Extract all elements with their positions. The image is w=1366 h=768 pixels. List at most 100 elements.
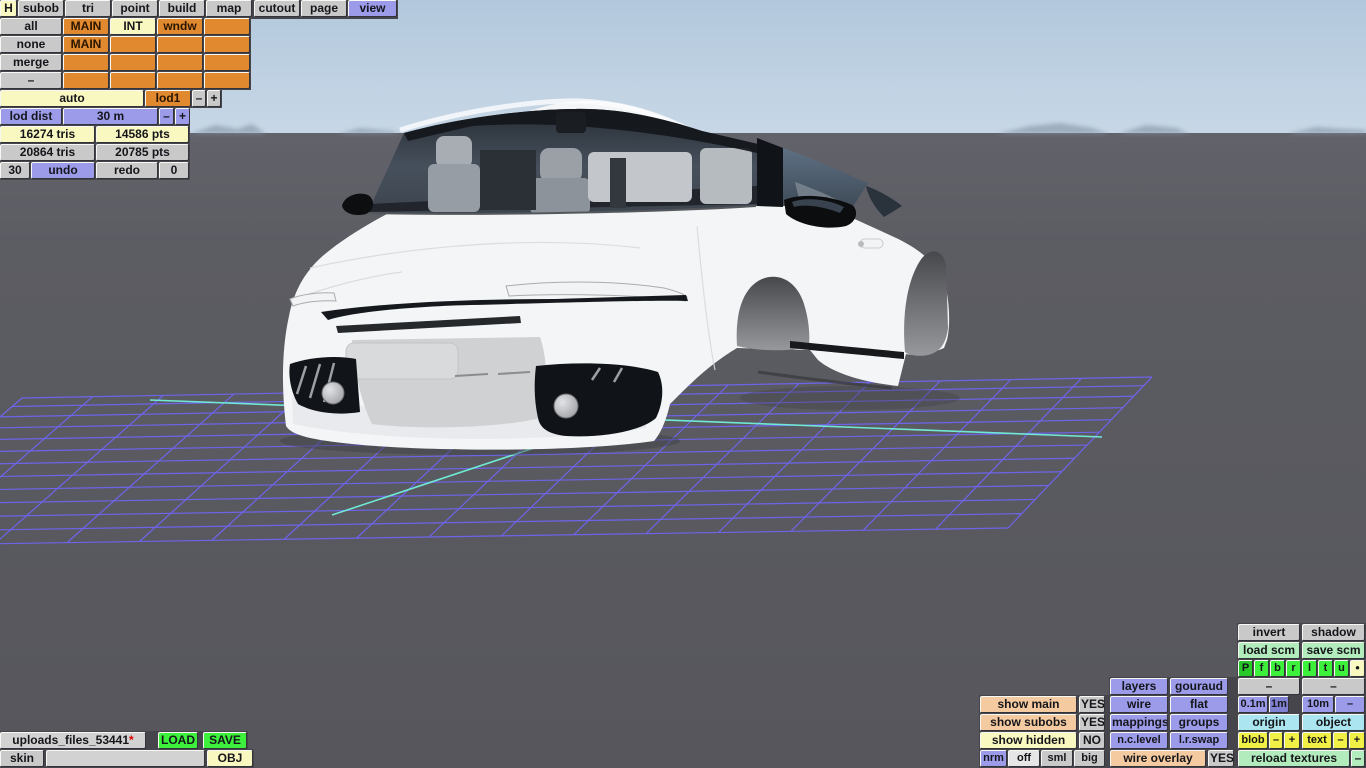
gouraud-button[interactable]: gouraud bbox=[1170, 678, 1228, 695]
view-under-button[interactable]: u bbox=[1334, 660, 1349, 677]
view-front-button[interactable]: f bbox=[1254, 660, 1269, 677]
subob-cell-empty[interactable] bbox=[110, 72, 156, 89]
wire-overlay-value[interactable]: YES bbox=[1208, 750, 1234, 767]
subob-cell-main2[interactable]: MAIN bbox=[63, 36, 109, 53]
view-back-button[interactable]: b bbox=[1270, 660, 1285, 677]
nrm-sml-button[interactable]: sml bbox=[1041, 750, 1073, 767]
show-subobs-button[interactable]: show subobs bbox=[980, 714, 1077, 731]
lod-plus-button[interactable]: + bbox=[207, 90, 221, 107]
object-button[interactable]: object bbox=[1302, 714, 1365, 731]
wire-button[interactable]: wire bbox=[1110, 696, 1168, 713]
skin-field[interactable] bbox=[46, 750, 205, 767]
invert-button[interactable]: invert bbox=[1238, 624, 1300, 641]
lr-swap-button[interactable]: l.r.swap bbox=[1170, 732, 1228, 749]
wire-overlay-button[interactable]: wire overlay bbox=[1110, 750, 1206, 767]
origin-button[interactable]: origin bbox=[1238, 714, 1300, 731]
skin-button[interactable]: skin bbox=[0, 750, 44, 767]
flat-button[interactable]: flat bbox=[1170, 696, 1228, 713]
dash-b-button[interactable]: – bbox=[1302, 678, 1365, 695]
stat-selected-tris: 16274 tris bbox=[0, 126, 95, 143]
save-button[interactable]: SAVE bbox=[203, 732, 247, 749]
show-main-value[interactable]: YES bbox=[1079, 696, 1105, 713]
subob-cell-empty[interactable] bbox=[110, 54, 156, 71]
text-button[interactable]: text bbox=[1302, 732, 1332, 749]
quarter-glass bbox=[866, 186, 902, 217]
lod-dist-label[interactable]: lod dist bbox=[0, 108, 62, 125]
subob-cell-wndw[interactable]: wndw bbox=[157, 18, 203, 35]
subob-cell-empty[interactable] bbox=[157, 54, 203, 71]
view-top-button[interactable]: t bbox=[1318, 660, 1333, 677]
groups-button[interactable]: groups bbox=[1170, 714, 1228, 731]
format-obj-button[interactable]: OBJ bbox=[207, 750, 253, 767]
show-hidden-value[interactable]: NO bbox=[1079, 732, 1105, 749]
fog-lamp-right bbox=[553, 393, 579, 419]
subob-cell-empty[interactable] bbox=[204, 36, 250, 53]
menu-view-active[interactable]: view bbox=[348, 0, 397, 17]
dist-1m-button[interactable]: 1m bbox=[1269, 696, 1289, 713]
nrm-button[interactable]: nrm bbox=[980, 750, 1007, 767]
dash-a-button[interactable]: – bbox=[1238, 678, 1300, 695]
show-hidden-button[interactable]: show hidden bbox=[980, 732, 1077, 749]
viewport-3d[interactable] bbox=[0, 0, 1366, 768]
text-plus-button[interactable]: + bbox=[1349, 732, 1365, 749]
subob-merge[interactable]: merge bbox=[0, 54, 62, 71]
menu-subob[interactable]: subob bbox=[18, 0, 64, 17]
lod-dist-minus[interactable]: – bbox=[159, 108, 174, 125]
lod-auto-button[interactable]: auto bbox=[0, 90, 144, 107]
subob-cell-empty[interactable] bbox=[157, 72, 203, 89]
subob-cell-empty[interactable] bbox=[63, 72, 109, 89]
subob-minus[interactable]: – bbox=[0, 72, 62, 89]
menu-point[interactable]: point bbox=[112, 0, 158, 17]
app-window: H subob tri point build map cutout page … bbox=[0, 0, 1366, 768]
undo-button[interactable]: undo bbox=[31, 162, 95, 179]
subob-cell-empty[interactable] bbox=[204, 54, 250, 71]
subob-cell-empty[interactable] bbox=[110, 36, 156, 53]
blob-button[interactable]: blob bbox=[1238, 732, 1268, 749]
dist-dash-button[interactable]: – bbox=[1335, 696, 1365, 713]
lod-name-button[interactable]: lod1 bbox=[145, 90, 191, 107]
filename-field[interactable]: uploads_files_53441* bbox=[0, 732, 146, 749]
subob-cell-int[interactable]: INT bbox=[110, 18, 156, 35]
reload-dash-button[interactable]: – bbox=[1351, 750, 1365, 767]
view-left-button[interactable]: l bbox=[1302, 660, 1317, 677]
subob-cell-empty[interactable] bbox=[157, 36, 203, 53]
nc-level-button[interactable]: n.c.level bbox=[1110, 732, 1168, 749]
subob-cell-empty[interactable] bbox=[204, 18, 250, 35]
view-persp-button[interactable]: P bbox=[1238, 660, 1253, 677]
menu-cutout[interactable]: cutout bbox=[254, 0, 300, 17]
menu-map[interactable]: map bbox=[206, 0, 252, 17]
menu-tri[interactable]: tri bbox=[65, 0, 111, 17]
menu-build[interactable]: build bbox=[159, 0, 205, 17]
lod-dist-value[interactable]: 30 m bbox=[63, 108, 158, 125]
blob-plus-button[interactable]: + bbox=[1284, 732, 1300, 749]
text-minus-button[interactable]: – bbox=[1333, 732, 1348, 749]
subob-cell-main[interactable]: MAIN bbox=[63, 18, 109, 35]
view-dot-button[interactable]: ● bbox=[1350, 660, 1365, 677]
nrm-big-button[interactable]: big bbox=[1074, 750, 1105, 767]
load-scm-button[interactable]: load scm bbox=[1238, 642, 1300, 659]
nrm-off-button[interactable]: off bbox=[1008, 750, 1040, 767]
redo-button[interactable]: redo bbox=[96, 162, 158, 179]
menu-page[interactable]: page bbox=[301, 0, 347, 17]
mappings-button[interactable]: mappings bbox=[1110, 714, 1168, 731]
fog-lamp-left bbox=[321, 381, 345, 405]
subob-cell-empty[interactable] bbox=[63, 54, 109, 71]
lod-minus-button[interactable]: – bbox=[192, 90, 206, 107]
shadow-button[interactable]: shadow bbox=[1302, 624, 1365, 641]
blob-minus-button[interactable]: – bbox=[1269, 732, 1283, 749]
view-right-button[interactable]: r bbox=[1286, 660, 1301, 677]
show-main-button[interactable]: show main bbox=[980, 696, 1077, 713]
save-scm-button[interactable]: save scm bbox=[1302, 642, 1365, 659]
filename-text: uploads_files_53441 bbox=[12, 733, 130, 747]
subob-cell-empty[interactable] bbox=[204, 72, 250, 89]
layers-button[interactable]: layers bbox=[1110, 678, 1168, 695]
dist-10m-button[interactable]: 10m bbox=[1302, 696, 1334, 713]
subob-none[interactable]: none bbox=[0, 36, 62, 53]
subob-all[interactable]: all bbox=[0, 18, 62, 35]
menu-h[interactable]: H bbox=[0, 0, 17, 17]
reload-textures-button[interactable]: reload textures bbox=[1238, 750, 1350, 767]
dist-01m-button[interactable]: 0.1m bbox=[1238, 696, 1268, 713]
lod-dist-plus[interactable]: + bbox=[175, 108, 190, 125]
load-button[interactable]: LOAD bbox=[158, 732, 198, 749]
show-subobs-value[interactable]: YES bbox=[1079, 714, 1105, 731]
